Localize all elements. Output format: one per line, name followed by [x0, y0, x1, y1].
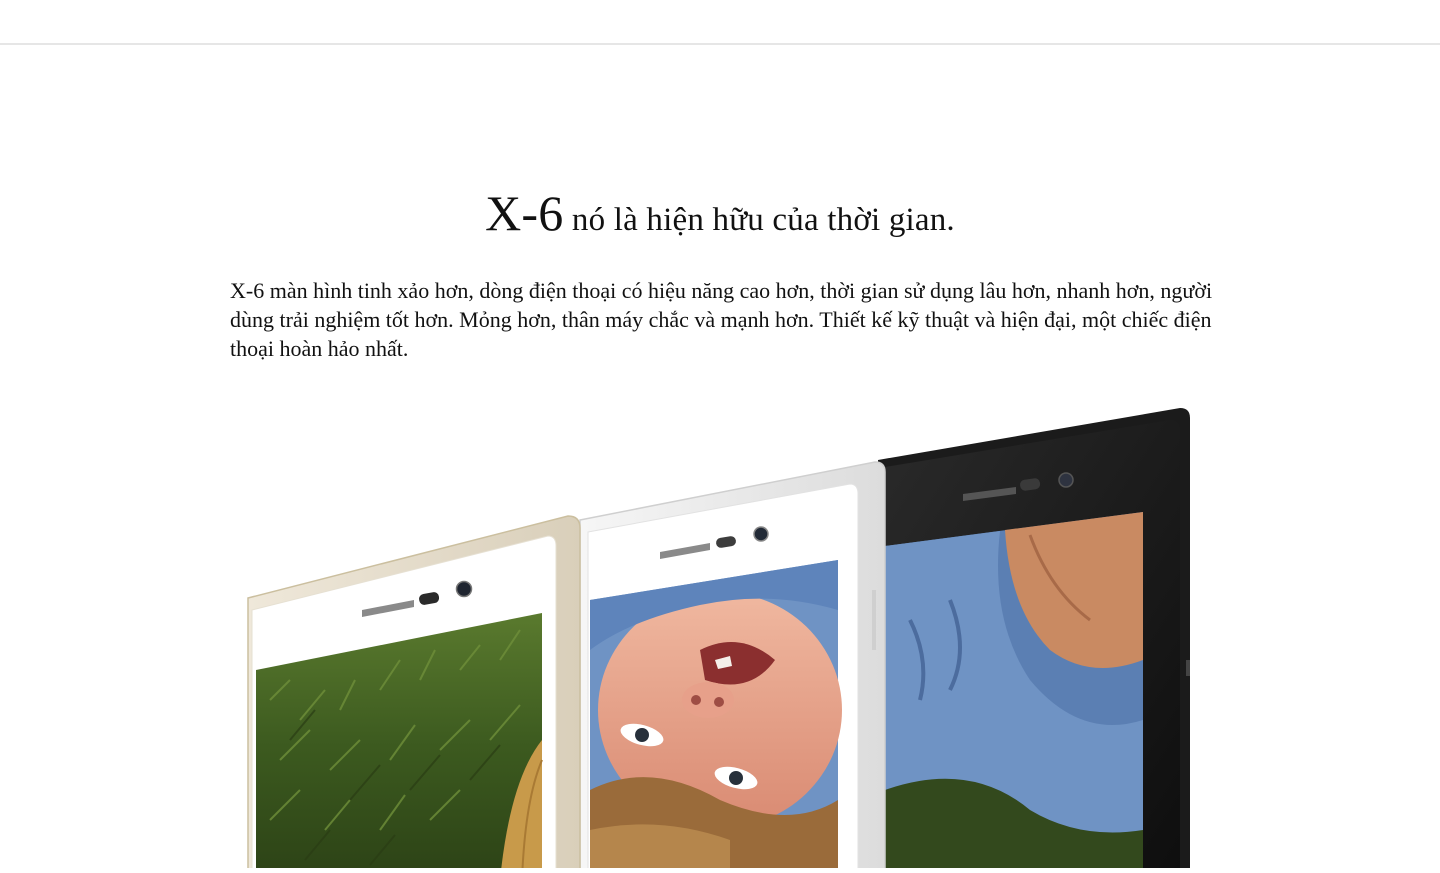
section-description: X-6 màn hình tinh xảo hơn, dòng điện tho… — [230, 278, 1213, 361]
section-headline: X-6 nó là hiện hữu của thời gian. — [0, 183, 1440, 250]
headline-tagline: nó là hiện hữu của thời gian. — [563, 202, 955, 238]
white-phone — [576, 461, 886, 873]
front-camera-icon — [455, 580, 473, 598]
gold-phone — [247, 515, 581, 873]
top-navigation-bar — [0, 0, 1440, 45]
front-camera-icon — [1058, 472, 1074, 488]
headline-model-name: X-6 — [485, 185, 564, 241]
product-image-phones — [230, 360, 1220, 873]
front-camera-icon — [753, 526, 769, 542]
black-phone — [878, 408, 1190, 873]
phones-illustration — [247, 408, 1190, 873]
